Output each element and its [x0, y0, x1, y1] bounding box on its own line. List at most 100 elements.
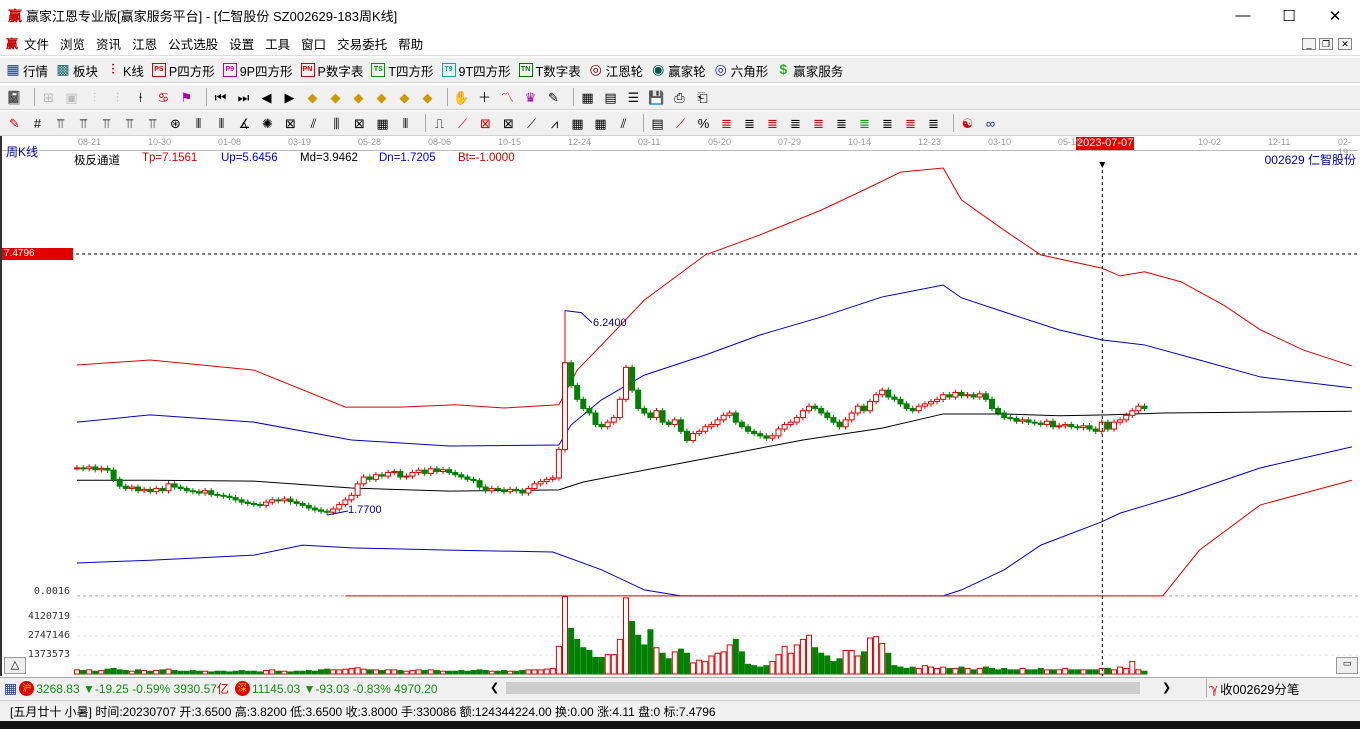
menu-gann[interactable]: 江恩: [132, 34, 157, 53]
box-icon[interactable]: ⊠: [282, 115, 299, 132]
toolbar-button-3[interactable]: PS P四方形: [151, 61, 215, 80]
fib-icon[interactable]: ≣: [810, 115, 827, 132]
menu-browse[interactable]: 浏览: [60, 34, 85, 53]
fib-icon[interactable]: ≣: [925, 115, 942, 132]
toolbar-button-2[interactable]: ⫶ K线: [106, 61, 144, 80]
toolbar-button-10[interactable]: ◉ 赢家轮: [651, 61, 706, 80]
fan-icon[interactable]: ⫪: [144, 115, 161, 132]
gann-grid-icon[interactable]: #: [29, 115, 46, 132]
tool-icon[interactable]: ✎: [545, 89, 562, 106]
grid-icon[interactable]: ▦: [374, 115, 391, 132]
fib-icon[interactable]: ≣: [718, 115, 735, 132]
mdi-minimize-button[interactable]: _: [1302, 38, 1316, 50]
menu-file[interactable]: 文件: [24, 34, 49, 53]
tool-icon[interactable]: ⎍: [431, 115, 448, 132]
minimize-button[interactable]: —: [1220, 0, 1266, 31]
notebook-icon[interactable]: 📓: [6, 89, 23, 106]
grid-icon[interactable]: ▦: [592, 115, 609, 132]
list-icon[interactable]: ☰: [625, 89, 642, 106]
diamond-icon[interactable]: ◆: [419, 89, 436, 106]
toolbar-button-1[interactable]: ▩ 板块: [56, 61, 98, 80]
lines-icon[interactable]: ⦀: [397, 115, 414, 132]
lines-icon[interactable]: ⦀: [190, 115, 207, 132]
toolbar-button-12[interactable]: $ 赢家服务: [776, 61, 843, 80]
save-icon[interactable]: 💾: [648, 89, 665, 106]
box-icon[interactable]: ⊠: [500, 115, 517, 132]
box-icon[interactable]: ⊠: [351, 115, 368, 132]
fib-icon[interactable]: ≣: [833, 115, 850, 132]
scroll-left-button[interactable]: ❮: [490, 681, 499, 694]
diamond-icon[interactable]: ◆: [327, 89, 344, 106]
calendar-icon[interactable]: ▦: [579, 89, 596, 106]
toolbar-button-4[interactable]: P9 9P四方形: [222, 61, 293, 80]
next-icon[interactable]: ▶: [281, 89, 298, 106]
expand-up-button[interactable]: △: [4, 657, 26, 674]
tick-data-button[interactable]: ℽ 收002629分笔: [1206, 679, 1299, 697]
fib-icon[interactable]: ≣: [856, 115, 873, 132]
fib-icon[interactable]: ≣: [764, 115, 781, 132]
flag-icon[interactable]: ⚑: [178, 89, 195, 106]
diamond-icon[interactable]: ◆: [373, 89, 390, 106]
percent-icon[interactable]: %: [695, 115, 712, 132]
yin-yang-icon[interactable]: ☯: [959, 115, 976, 132]
menu-formula[interactable]: 公式选股: [168, 34, 218, 53]
lines-icon[interactable]: ⫽: [305, 115, 322, 132]
percent-fan-icon[interactable]: ⟋: [672, 115, 689, 132]
maximize-button[interactable]: ☐: [1266, 0, 1312, 31]
fan-icon[interactable]: ⫪: [52, 115, 69, 132]
menu-info[interactable]: 资讯: [96, 34, 121, 53]
close-button[interactable]: ✕: [1312, 0, 1358, 31]
circle-grid-icon[interactable]: ⊛: [167, 115, 184, 132]
toolbar-button-5[interactable]: PN P数字表: [300, 61, 363, 80]
grid-icon[interactable]: ▦: [4, 680, 17, 697]
lines-icon[interactable]: ⫽: [615, 115, 632, 132]
calculator-icon[interactable]: ▤: [602, 89, 619, 106]
toolbar-button-0[interactable]: ▦ 行情: [6, 61, 48, 80]
lines-icon[interactable]: ⦀: [213, 115, 230, 132]
fan-icon[interactable]: ⫪: [98, 115, 115, 132]
first-icon[interactable]: ⏮: [212, 89, 229, 106]
export-icon[interactable]: ⎗: [694, 89, 711, 106]
scrollbar-thumb[interactable]: [506, 682, 1140, 694]
print-icon[interactable]: ⎙: [671, 89, 688, 106]
candle-type-icon[interactable]: ⍿: [132, 89, 149, 106]
wave-icon[interactable]: ⩘: [546, 115, 563, 132]
diamond-icon[interactable]: ◆: [396, 89, 413, 106]
table-icon[interactable]: ▤: [649, 115, 666, 132]
fib-icon[interactable]: ≣: [879, 115, 896, 132]
mdi-close-button[interactable]: ✕: [1338, 38, 1352, 50]
toolbar-button-9[interactable]: ◎ 江恩轮: [589, 61, 644, 80]
fan-line-icon[interactable]: ⟋: [454, 115, 471, 132]
grid-icon[interactable]: ▦: [569, 115, 586, 132]
diamond-icon[interactable]: ◆: [350, 89, 367, 106]
angle-icon[interactable]: ∡: [236, 115, 253, 132]
crosshair-icon[interactable]: ＋: [476, 89, 493, 106]
menu-window[interactable]: 窗口: [301, 34, 326, 53]
mdi-restore-button[interactable]: ❐: [1319, 38, 1333, 50]
menu-help[interactable]: 帮助: [398, 34, 423, 53]
fib-icon[interactable]: ≣: [902, 115, 919, 132]
panel-toggle-button[interactable]: ▭: [1336, 657, 1358, 674]
scroll-right-button[interactable]: ❯: [1162, 681, 1171, 694]
box-icon[interactable]: ⊠: [477, 115, 494, 132]
prev-icon[interactable]: ◀: [258, 89, 275, 106]
menu-trade[interactable]: 交易委托: [337, 34, 387, 53]
infinity-icon[interactable]: ∞: [982, 115, 999, 132]
toolbar-button-7[interactable]: T9 9T四方形: [441, 61, 511, 80]
kline-chart[interactable]: [0, 136, 1360, 676]
trend-icon[interactable]: ⟋: [523, 115, 540, 132]
toolbar-button-8[interactable]: TN T数字表: [518, 61, 581, 80]
fan-icon[interactable]: ⫪: [75, 115, 92, 132]
fan-icon[interactable]: ⫪: [121, 115, 138, 132]
menu-tools[interactable]: 工具: [265, 34, 290, 53]
diamond-icon[interactable]: ◆: [304, 89, 321, 106]
fib-icon[interactable]: ≣: [787, 115, 804, 132]
last-icon[interactable]: ⏭: [235, 89, 252, 106]
period-label[interactable]: 周K线: [6, 143, 38, 160]
fib-icon[interactable]: ≣: [741, 115, 758, 132]
lines-icon[interactable]: ⫼: [328, 115, 345, 132]
menu-settings[interactable]: 设置: [229, 34, 254, 53]
toolbar-button-11[interactable]: ◎ 六角形: [714, 61, 769, 80]
hand-icon[interactable]: ✋: [453, 89, 470, 106]
tool-icon[interactable]: ♛: [522, 89, 539, 106]
